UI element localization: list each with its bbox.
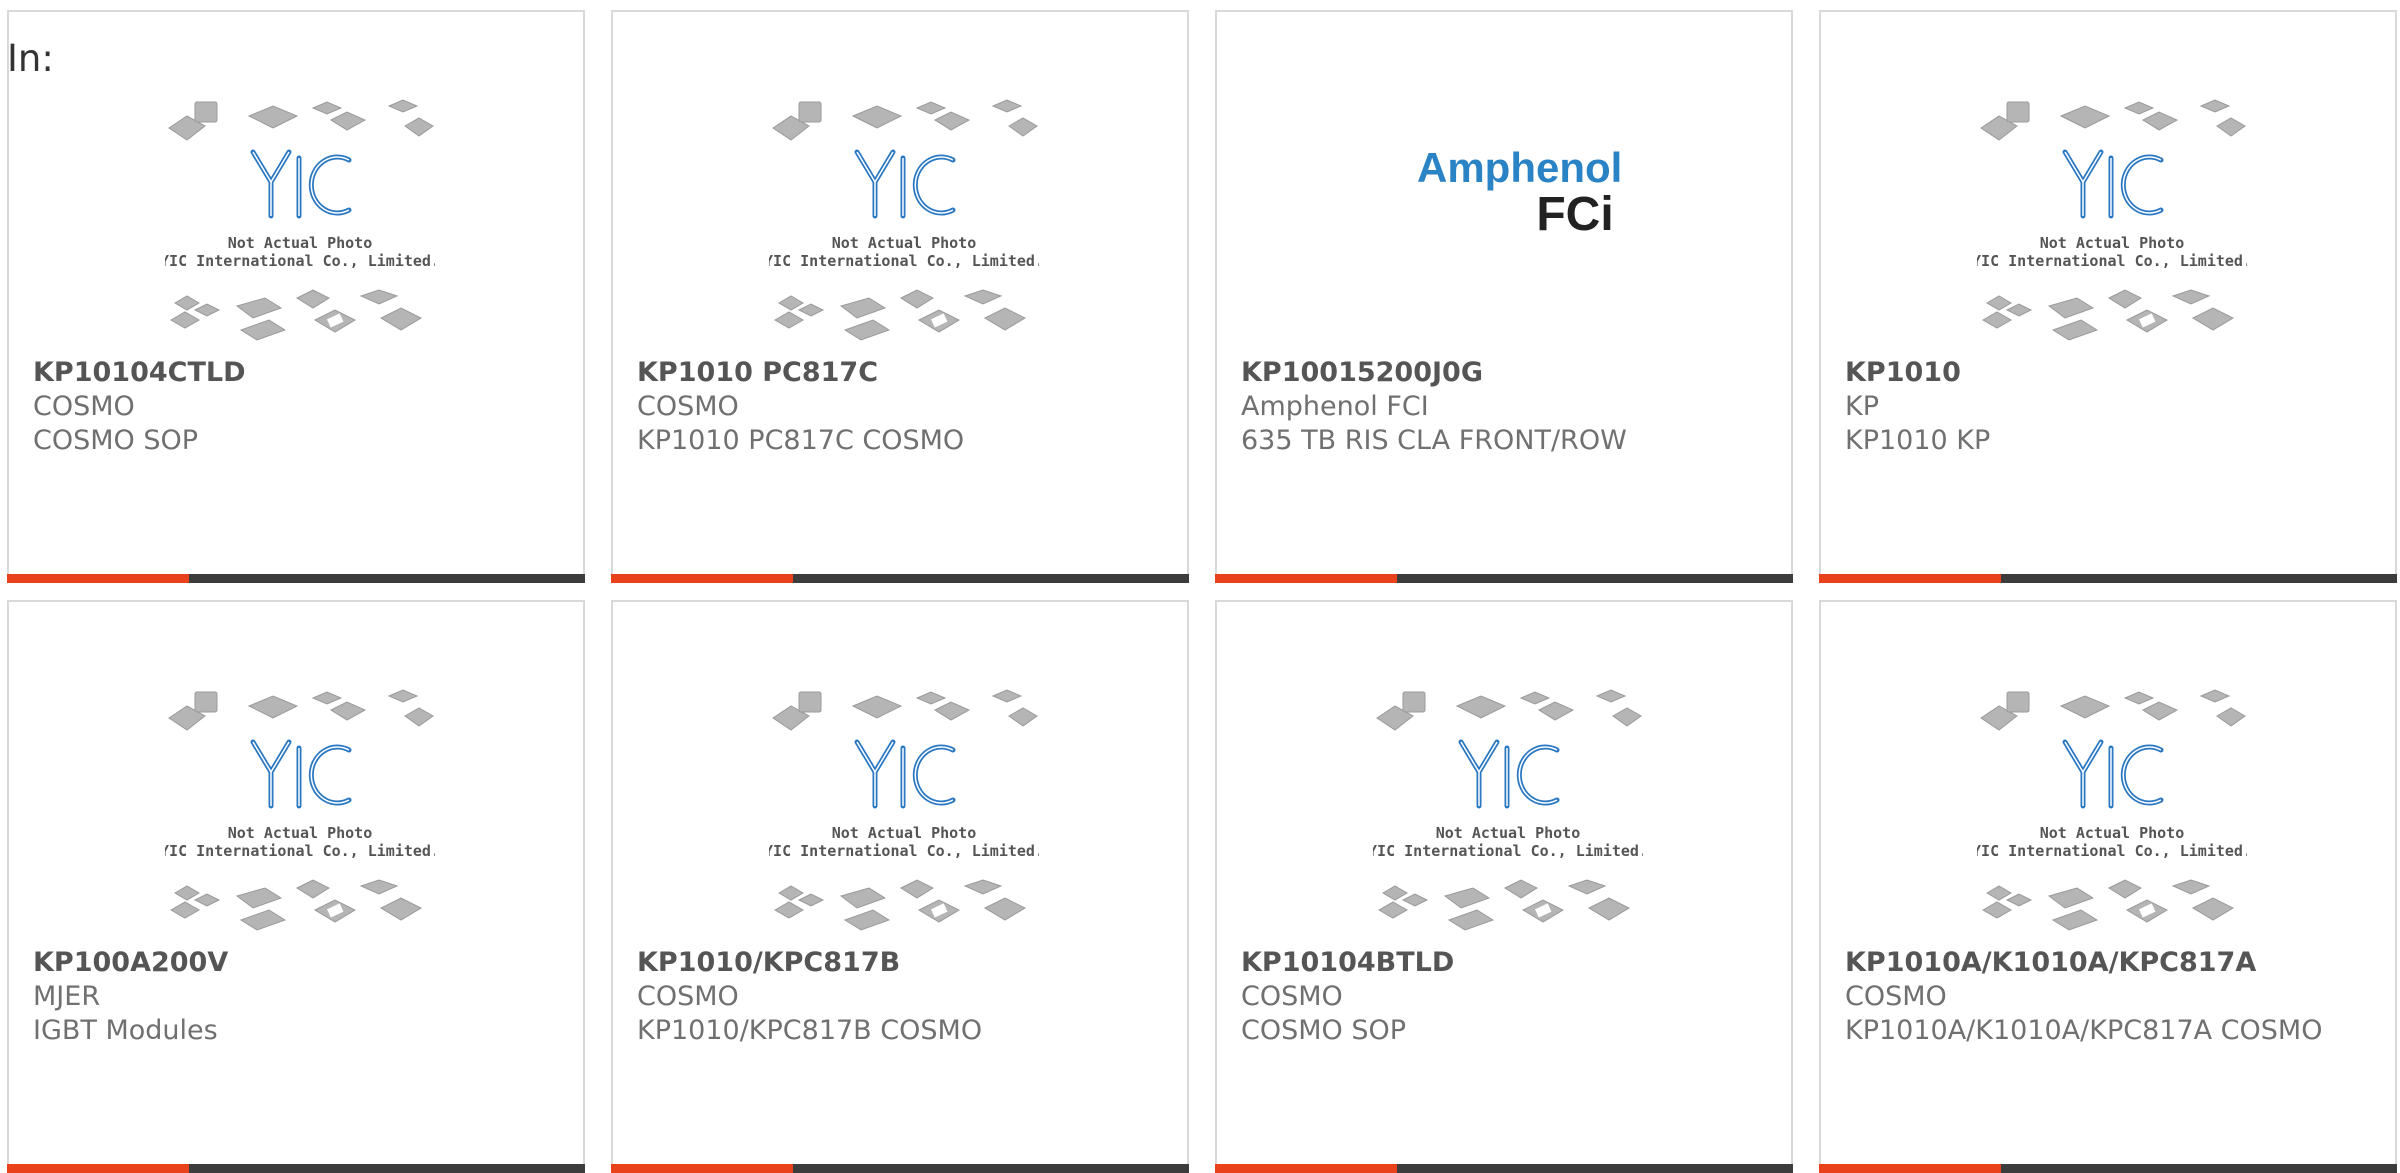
product-brand: COSMO bbox=[1845, 981, 1947, 1012]
product-card[interactable]: Not Actual Photo YIC International Co., … bbox=[1819, 600, 2397, 1173]
placeholder-line-1: Not Actual Photo bbox=[832, 824, 977, 842]
card-footer-bar bbox=[7, 1164, 585, 1173]
placeholder-product-image: Not Actual Photo YIC International Co., … bbox=[1373, 689, 1643, 931]
product-description: COSMO SOP bbox=[33, 425, 199, 456]
product-card[interactable]: Not Actual Photo YIC International Co., … bbox=[1215, 600, 1793, 1173]
card-footer-bar bbox=[7, 574, 585, 583]
product-brand: KP bbox=[1845, 391, 1879, 422]
product-part-number[interactable]: KP1010 PC817C bbox=[637, 356, 1167, 390]
product-description: KP1010A/K1010A/KPC817A COSMO bbox=[1845, 1015, 2323, 1046]
card-accent-stripe bbox=[7, 1164, 189, 1173]
product-part-number[interactable]: KP10104BTLD bbox=[1241, 946, 1771, 980]
card-footer-bar bbox=[1215, 1164, 1793, 1173]
placeholder-line-1: Not Actual Photo bbox=[2040, 234, 2185, 252]
product-info: KP1010A/K1010A/KPC817A COSMO KP1010A/K1010… bbox=[1845, 946, 2375, 1048]
product-info: KP1010 KP KP1010 KP bbox=[1845, 356, 2375, 458]
placeholder-line-2: YIC International Co., Limited. bbox=[1373, 842, 1643, 860]
card-footer-bar bbox=[611, 574, 1189, 583]
placeholder-product-image: Not Actual Photo YIC International Co., … bbox=[165, 99, 435, 341]
placeholder-line-1: Not Actual Photo bbox=[1436, 824, 1581, 842]
product-info: KP100A200V MJER IGBT Modules bbox=[33, 946, 563, 1048]
placeholder-product-image: Not Actual Photo YIC International Co., … bbox=[769, 99, 1039, 341]
logo-line-2: FCi bbox=[1536, 188, 1613, 241]
product-description: COSMO SOP bbox=[1241, 1015, 1407, 1046]
amphenol-fci-logo: Amphenol FCi bbox=[1417, 144, 1622, 241]
card-accent-stripe bbox=[611, 1164, 793, 1173]
card-footer-bar bbox=[611, 1164, 1189, 1173]
card-footer-bar bbox=[1819, 574, 2397, 583]
product-brand: COSMO bbox=[1241, 981, 1343, 1012]
product-description: KP1010 PC817C COSMO bbox=[637, 425, 965, 456]
product-description: IGBT Modules bbox=[33, 1015, 218, 1046]
product-card[interactable]: Not Actual Photo YIC International Co., … bbox=[7, 600, 585, 1173]
product-info: KP1010/KPC817B COSMO KP1010/KPC817B COSMO bbox=[637, 946, 1167, 1048]
placeholder-product-image: Not Actual Photo YIC International Co., … bbox=[769, 689, 1039, 931]
product-brand: COSMO bbox=[637, 391, 739, 422]
card-accent-stripe bbox=[1819, 574, 2001, 583]
product-part-number[interactable]: KP10104CTLD bbox=[33, 356, 563, 390]
card-footer-bar bbox=[1215, 574, 1793, 583]
card-accent-stripe bbox=[7, 574, 189, 583]
product-info: KP10104BTLD COSMO COSMO SOP bbox=[1241, 946, 1771, 1048]
product-card[interactable]: Amphenol FCi KP10015200J0G Amphenol FCI 63… bbox=[1215, 10, 1793, 583]
product-description: KP1010/KPC817B COSMO bbox=[637, 1015, 983, 1046]
product-part-number[interactable]: KP10015200J0G bbox=[1241, 356, 1771, 390]
product-brand: COSMO bbox=[33, 391, 135, 422]
product-part-number[interactable]: KP1010 bbox=[1845, 356, 2375, 390]
placeholder-line-2: YIC International Co., Limited. bbox=[769, 842, 1039, 860]
placeholder-line-2: YIC International Co., Limited. bbox=[165, 842, 435, 860]
placeholder-product-image: Not Actual Photo YIC International Co., … bbox=[165, 689, 435, 931]
placeholder-product-image: Not Actual Photo YIC International Co., … bbox=[1977, 99, 2247, 341]
placeholder-line-2: YIC International Co., Limited. bbox=[769, 252, 1039, 270]
product-brand: MJER bbox=[33, 981, 101, 1012]
product-info: KP10015200J0G Amphenol FCI 635 TB RIS CLA … bbox=[1241, 356, 1771, 458]
product-info: KP10104CTLD COSMO COSMO SOP bbox=[33, 356, 563, 458]
placeholder-line-1: Not Actual Photo bbox=[228, 234, 373, 252]
logo-line-1: Amphenol bbox=[1417, 144, 1622, 191]
card-accent-stripe bbox=[1819, 1164, 2001, 1173]
placeholder-line-1: Not Actual Photo bbox=[228, 824, 373, 842]
product-description: 635 TB RIS CLA FRONT/ROW bbox=[1241, 425, 1627, 456]
filter-label: In: bbox=[7, 37, 54, 80]
product-info: KP1010 PC817C COSMO KP1010 PC817C COSMO bbox=[637, 356, 1167, 458]
product-description: KP1010 KP bbox=[1845, 425, 1991, 456]
product-card[interactable]: Not Actual Photo YIC International Co., … bbox=[611, 600, 1189, 1173]
product-brand: Amphenol FCI bbox=[1241, 391, 1429, 422]
product-card[interactable]: Not Actual Photo YIC International Co., … bbox=[611, 10, 1189, 583]
product-brand: COSMO bbox=[637, 981, 739, 1012]
card-accent-stripe bbox=[1215, 574, 1397, 583]
product-card[interactable]: Not Actual Photo YIC International Co., … bbox=[1819, 10, 2397, 583]
product-part-number[interactable]: KP1010A/K1010A/KPC817A bbox=[1845, 946, 2375, 980]
product-card[interactable]: Not Actual Photo YIC International Co., … bbox=[7, 10, 585, 583]
product-part-number[interactable]: KP1010/KPC817B bbox=[637, 946, 1167, 980]
placeholder-line-1: Not Actual Photo bbox=[2040, 824, 2185, 842]
card-accent-stripe bbox=[1215, 1164, 1397, 1173]
card-accent-stripe bbox=[611, 574, 793, 583]
placeholder-line-2: YIC International Co., Limited. bbox=[165, 252, 435, 270]
card-footer-bar bbox=[1819, 1164, 2397, 1173]
placeholder-line-1: Not Actual Photo bbox=[832, 234, 977, 252]
placeholder-line-2: YIC International Co., Limited. bbox=[1977, 842, 2247, 860]
placeholder-line-2: YIC International Co., Limited. bbox=[1977, 252, 2247, 270]
product-part-number[interactable]: KP100A200V bbox=[33, 946, 563, 980]
placeholder-product-image: Not Actual Photo YIC International Co., … bbox=[1977, 689, 2247, 931]
